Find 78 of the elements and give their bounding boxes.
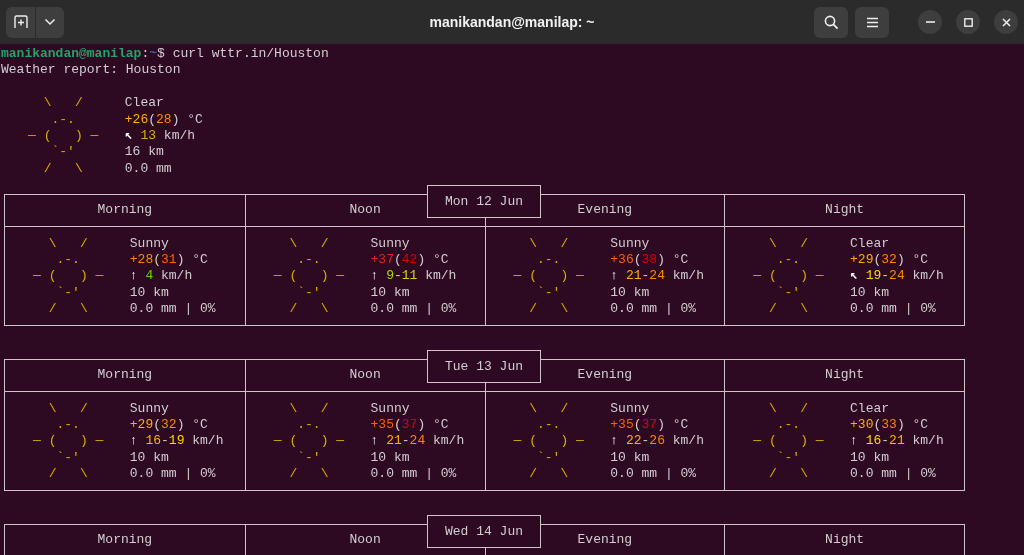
- menu-button[interactable]: [855, 6, 889, 38]
- menu-icon: [865, 16, 879, 28]
- visibility-text: 10 km: [850, 449, 891, 467]
- report-title: Weather report: Houston: [0, 62, 182, 79]
- new-tab-icon: [13, 15, 28, 29]
- temperature-text: +26(28) °C: [124, 111, 203, 128]
- weather-ascii-art: \ / .-. ― ( ) ― `-' / \: [513, 400, 584, 483]
- visibility-text: 10 km: [370, 449, 411, 467]
- visibility-text: 10 km: [850, 284, 891, 302]
- condition-text: Sunny: [129, 400, 170, 417]
- condition-text: Clear: [850, 235, 891, 252]
- minimize-icon: [925, 21, 935, 23]
- column-header: Morning: [5, 359, 245, 393]
- precipitation-text: 0.0 mm | 0%: [850, 301, 937, 318]
- temperature-text: +35(37) °C: [370, 416, 450, 434]
- maximize-icon: [963, 17, 973, 27]
- window-title: manikandan@manilap: ~: [429, 14, 595, 30]
- weather-ascii-art: \ / .-. ― ( ) ― `-' / \: [33, 235, 104, 318]
- date-label: Tue 13 Jun: [427, 350, 541, 384]
- precipitation-text: 0.0 mm: [124, 160, 173, 178]
- column-header: Morning: [5, 194, 245, 228]
- visibility-text: 10 km: [129, 284, 170, 302]
- visibility-text: 16 km: [124, 144, 165, 161]
- date-label: Wed 14 Jun: [427, 515, 541, 549]
- temperature-text: +29(32) °C: [129, 416, 209, 434]
- wind-text: ↑ 21-24 km/h: [610, 268, 704, 285]
- weather-ascii-art: \ / .-. ― ( ) ― `-' / \: [753, 400, 824, 483]
- weather-ascii-art: \ / .-. ― ( ) ― `-' / \: [33, 400, 104, 483]
- condition-text: Clear: [124, 95, 165, 112]
- wind-text: ↑ 21-24 km/h: [370, 433, 465, 450]
- weather-ascii-art: \ / .-. ― ( ) ― `-' / \: [753, 235, 824, 318]
- temperature-text: +29(32) °C: [850, 252, 930, 269]
- visibility-text: 10 km: [610, 284, 651, 302]
- column-header: Night: [724, 524, 964, 555]
- wind-text: ↑ 22-26 km/h: [610, 433, 704, 450]
- precipitation-text: 0.0 mm | 0%: [370, 301, 457, 318]
- column-header: Night: [724, 359, 964, 393]
- wind-text: ↑ 4 km/h: [129, 268, 194, 285]
- condition-text: Sunny: [370, 400, 411, 417]
- weather-ascii-art: \ / .-. ― ( ) ― `-' / \: [273, 235, 345, 318]
- wind-text: ↖ 13 km/h: [124, 128, 197, 145]
- precipitation-text: 0.0 mm | 0%: [129, 466, 217, 483]
- date-label: Mon 12 Jun: [427, 185, 541, 219]
- precipitation-text: 0.0 mm | 0%: [370, 466, 458, 483]
- minimize-button[interactable]: [918, 10, 942, 34]
- wind-text: ↑ 16-21 km/h: [850, 433, 944, 450]
- weather-ascii-art: \ / .-. ― ( ) ― `-' / \: [28, 95, 99, 178]
- close-icon: [1001, 17, 1011, 27]
- search-button[interactable]: [814, 6, 848, 38]
- condition-text: Sunny: [610, 400, 651, 417]
- wind-text: ↑ 9-11 km/h: [370, 268, 457, 285]
- wind-text: ↖ 19-24 km/h: [850, 268, 944, 285]
- search-icon: [823, 14, 839, 30]
- condition-text: Clear: [850, 400, 891, 417]
- maximize-button[interactable]: [956, 10, 980, 34]
- precipitation-text: 0.0 mm | 0%: [850, 466, 937, 483]
- temperature-text: +36(38) °C: [610, 252, 690, 269]
- temperature-text: +35(37) °C: [610, 416, 690, 434]
- condition-text: Sunny: [370, 235, 411, 252]
- wind-text: ↑ 16-19 km/h: [129, 433, 224, 450]
- visibility-text: 10 km: [129, 449, 170, 467]
- temperature-text: +28(31) °C: [129, 252, 209, 269]
- condition-text: Sunny: [610, 235, 651, 252]
- weather-ascii-art: \ / .-. ― ( ) ― `-' / \: [513, 235, 584, 318]
- weather-ascii-art: \ / .-. ― ( ) ― `-' / \: [273, 400, 345, 483]
- temperature-text: +30(33) °C: [850, 416, 930, 434]
- precipitation-text: 0.0 mm | 0%: [129, 301, 216, 318]
- column-header: Morning: [5, 524, 245, 555]
- column-header: Night: [724, 194, 964, 228]
- close-button[interactable]: [994, 10, 1018, 34]
- prompt-line: manikandan@manilap:~$ curl wttr.in/Houston: [0, 46, 330, 63]
- visibility-text: 10 km: [370, 284, 411, 302]
- precipitation-text: 0.0 mm | 0%: [610, 466, 698, 483]
- precipitation-text: 0.0 mm | 0%: [610, 301, 698, 318]
- visibility-text: 10 km: [610, 449, 651, 467]
- temperature-text: +37(42) °C: [370, 252, 450, 269]
- chevron-down-icon: [44, 18, 56, 26]
- condition-text: Sunny: [129, 235, 170, 252]
